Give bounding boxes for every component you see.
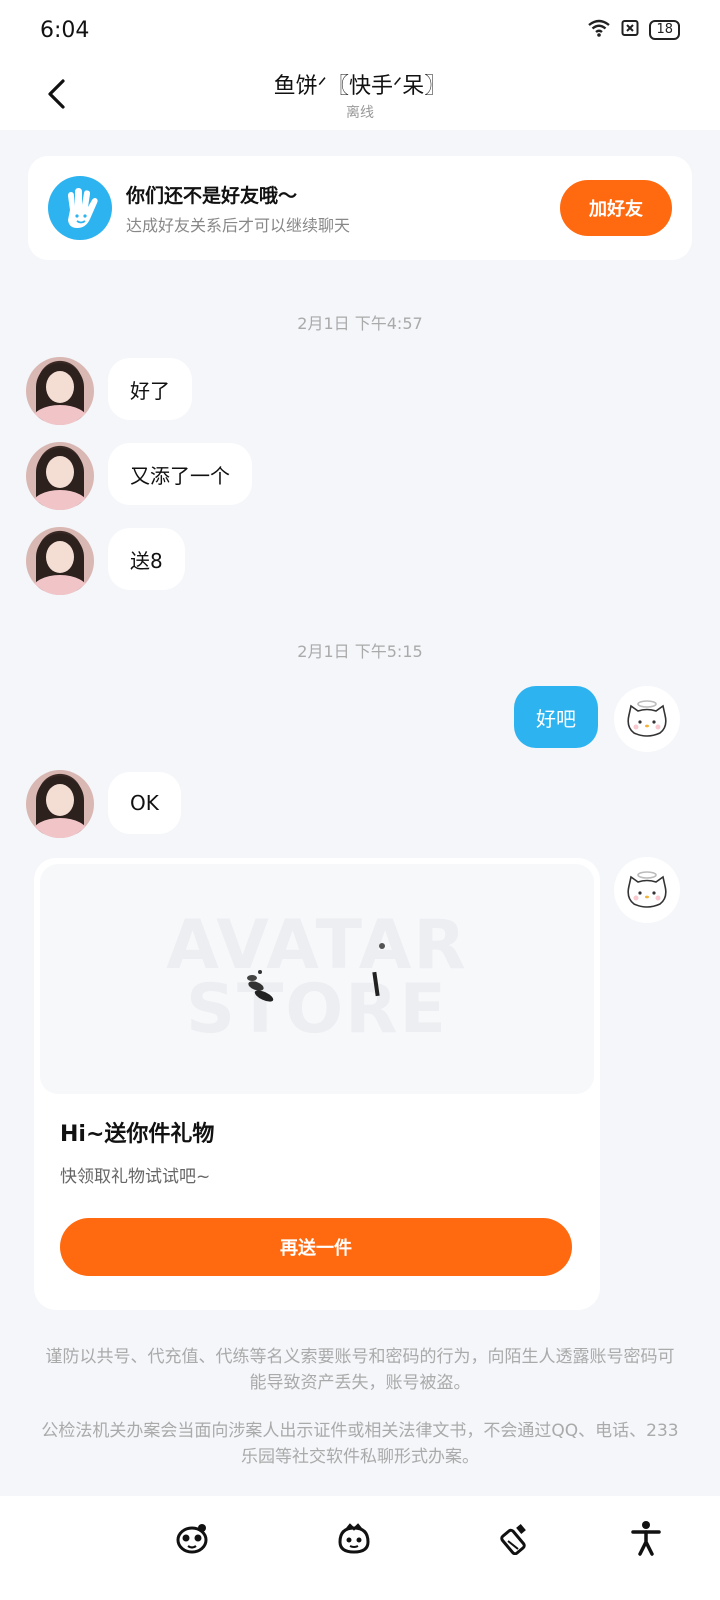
- security-notice: 谨防以共号、代充值、代练等名义索要账号和密码的行为，向陌生人透露账号密码可能导致…: [45, 1347, 675, 1393]
- my-avatar[interactable]: [614, 686, 680, 752]
- sim-card-icon: [621, 19, 639, 41]
- hand-wave-icon: [48, 176, 112, 240]
- add-friend-button[interactable]: 加好友: [560, 180, 672, 236]
- contact-avatar[interactable]: [26, 527, 94, 595]
- friend-banner-description: 达成好友关系后才可以继续聊天: [126, 215, 351, 235]
- header-titles: 鱼饼ᐟ〖快手ᐟ呆〗 离线: [274, 68, 447, 122]
- gift-title: Hi~送你件礼物: [60, 1122, 215, 1147]
- contact-avatar[interactable]: [26, 357, 94, 425]
- back-button[interactable]: [36, 74, 76, 114]
- status-time: 6:04: [40, 17, 90, 43]
- my-avatar[interactable]: [614, 857, 680, 923]
- sticker-icon[interactable]: [332, 1516, 376, 1560]
- gift-item-sketch: [247, 943, 385, 1002]
- message-bubble-received[interactable]: 又添了一个: [108, 443, 252, 505]
- battery-icon: 18: [649, 20, 680, 40]
- chat-header: 鱼饼ᐟ〖快手ᐟ呆〗 离线: [0, 60, 720, 130]
- message-bubble-received[interactable]: OK: [108, 772, 181, 834]
- wifi-icon: [587, 18, 611, 42]
- message-timestamp: 2月1日 下午4:57: [297, 314, 423, 333]
- gift-bottle-icon[interactable]: [494, 1516, 538, 1560]
- gift-card[interactable]: AVATAR STORE Hi~送你件礼物 快领取礼物试试吧~ 再送一件: [34, 858, 600, 1310]
- contact-avatar[interactable]: [26, 442, 94, 510]
- kitty-icon: [627, 700, 667, 737]
- kitty-icon: [627, 871, 667, 908]
- gift-description: 快领取礼物试试吧~: [60, 1167, 211, 1187]
- status-bar: 6:04 18: [0, 0, 720, 60]
- friend-banner-texts: 你们还不是好友哦～ 达成好友关系后才可以继续聊天: [126, 181, 560, 236]
- bottom-toolbar: [0, 1496, 720, 1600]
- friend-banner-title: 你们还不是好友哦～: [126, 184, 298, 207]
- friend-request-banner: 你们还不是好友哦～ 达成好友关系后才可以继续聊天 加好友: [28, 156, 692, 260]
- contact-name: 鱼饼ᐟ〖快手ᐟ呆〗: [273, 74, 447, 99]
- message-bubble-sent[interactable]: 好吧: [514, 686, 598, 748]
- contact-avatar[interactable]: [26, 770, 94, 838]
- gift-image: AVATAR STORE: [40, 864, 594, 1094]
- accessibility-icon[interactable]: [624, 1516, 668, 1560]
- police-notice: 公检法机关办案会当面向涉案人出示证件或相关法律文书，不会通过QQ、电话、233乐…: [41, 1421, 679, 1467]
- online-status: 离线: [345, 105, 374, 121]
- send-another-gift-button[interactable]: 再送一件: [60, 1218, 572, 1276]
- message-bubble-received[interactable]: 送8: [108, 528, 185, 590]
- status-icons: 18: [587, 18, 680, 42]
- chevron-left-icon: [48, 79, 65, 109]
- message-timestamp: 2月1日 下午5:15: [297, 642, 423, 661]
- message-bubble-received[interactable]: 好了: [108, 358, 192, 420]
- emoji-icon[interactable]: [170, 1516, 214, 1560]
